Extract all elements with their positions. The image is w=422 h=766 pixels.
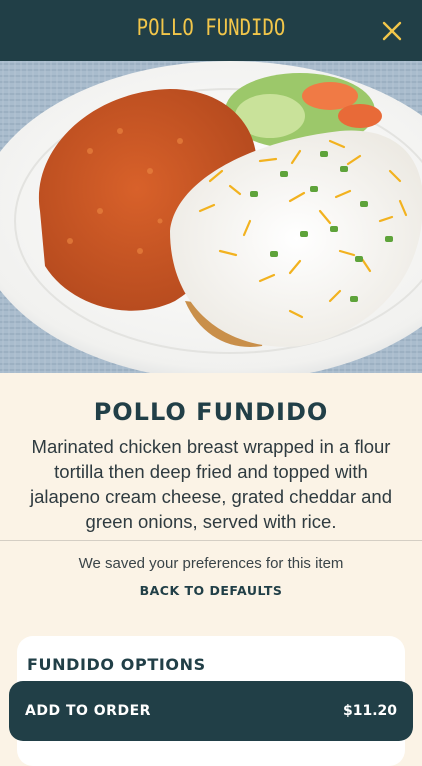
divider xyxy=(0,540,422,541)
order-price: $11.20 xyxy=(342,703,397,719)
item-description: Marinated chicken breast wrapped in a fl… xyxy=(29,436,393,532)
add-to-order-label: ADD TO ORDER xyxy=(25,703,151,719)
close-icon xyxy=(382,21,402,41)
item-title: POLLO FUNDIDO xyxy=(93,398,329,426)
header-title: POLLO FUNDIDO xyxy=(136,15,286,41)
dish-photo xyxy=(0,61,422,373)
back-to-defaults-link[interactable]: BACK TO DEFAULTS xyxy=(0,583,422,598)
close-button[interactable] xyxy=(380,19,404,43)
header-bar: POLLO FUNDIDO xyxy=(0,0,422,61)
add-to-order-button[interactable]: ADD TO ORDER $11.20 xyxy=(9,681,413,741)
options-section-title: FUNDIDO OPTIONS xyxy=(27,655,206,674)
preferences-note: We saved your preferences for this item xyxy=(78,555,344,572)
